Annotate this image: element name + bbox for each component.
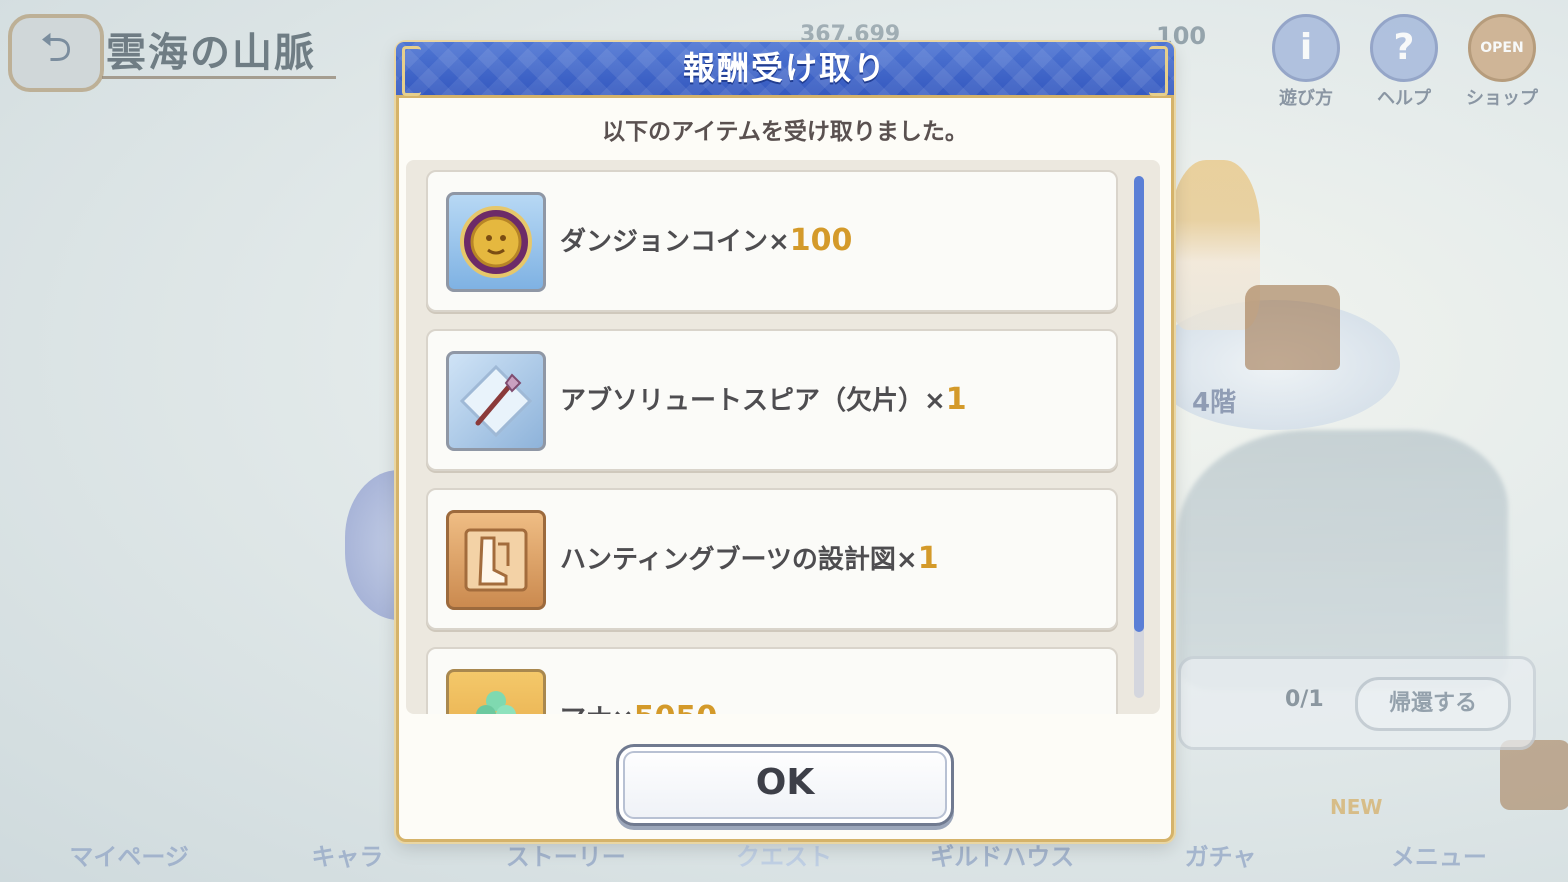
list-item: ダンジョンコイン×100 <box>426 170 1118 312</box>
shop-label: ショップ <box>1466 88 1538 109</box>
area-title-underline <box>102 76 336 79</box>
help-label: ヘルプ <box>1377 88 1431 109</box>
scrollbar-thumb[interactable] <box>1134 176 1144 632</box>
reward-quantity: 1 <box>917 541 939 576</box>
hunting-boots-blueprint-icon <box>446 510 546 610</box>
info-label: 遊び方 <box>1279 88 1333 109</box>
nav-character[interactable]: キャラ <box>267 837 427 882</box>
back-arrow-icon: ⮌ <box>39 25 73 71</box>
reward-list[interactable]: ダンジョンコイン×100 アブソリュートスピア（欠片）×1 ハンティングブーツの… <box>406 160 1160 714</box>
dungeon-status-panel: 0/1 帰還する <box>1178 656 1536 750</box>
list-item: ハンティングブーツの設計図×1 <box>426 488 1118 630</box>
info-button[interactable]: i 遊び方 <box>1268 14 1344 110</box>
reward-quantity: 100 <box>789 223 853 258</box>
shop-button[interactable]: OPEN ショップ <box>1464 14 1540 110</box>
reward-name: ダンジョンコイン×100 <box>560 172 852 310</box>
rock-cliff <box>1178 430 1508 690</box>
ok-button[interactable]: OK <box>616 744 954 826</box>
nav-menu[interactable]: メニュー <box>1359 837 1519 882</box>
help-icon: ? <box>1370 14 1438 82</box>
absolute-spear-fragment-icon <box>446 351 546 451</box>
shop-icon: OPEN <box>1468 14 1536 82</box>
nav-mypage[interactable]: マイページ <box>49 837 209 882</box>
reward-name-text: ダンジョンコイン× <box>560 227 790 257</box>
nav-quest[interactable]: クエスト <box>704 837 864 882</box>
dialog-title: 報酬受け取り <box>682 49 887 87</box>
reward-name-text: アブソリュートスピア（欠片）× <box>560 386 946 416</box>
reward-dialog: 報酬受け取り 以下のアイテムを受け取りました。 ダンジョンコイン×100 アブソ… <box>396 42 1174 842</box>
dialog-message: 以下のアイテムを受け取りました。 <box>602 119 968 145</box>
retreat-button[interactable]: 帰還する <box>1355 677 1511 731</box>
reward-name: マナ×5050 <box>560 649 717 714</box>
nav-story[interactable]: ストーリー <box>486 837 646 882</box>
reward-name-text: ハンティングブーツの設計図× <box>560 545 918 575</box>
reward-quantity: 5050 <box>634 700 718 714</box>
top-menu: i 遊び方 ? ヘルプ OPEN ショップ <box>1268 14 1540 110</box>
info-icon: i <box>1272 14 1340 82</box>
nav-guild-house[interactable]: ギルドハウス <box>922 837 1082 882</box>
treasure-chest-icon <box>1245 285 1340 370</box>
help-button[interactable]: ? ヘルプ <box>1366 14 1442 110</box>
reward-quantity: 1 <box>945 382 967 417</box>
list-item: マナ×5050 <box>426 647 1118 714</box>
list-item: アブソリュートスピア（欠片）×1 <box>426 329 1118 471</box>
mana-icon <box>446 669 546 714</box>
dungeon-coin-icon <box>446 192 546 292</box>
nav-gacha[interactable]: ガチャ <box>1141 837 1301 882</box>
back-button[interactable]: ⮌ <box>8 14 104 92</box>
reward-name: ハンティングブーツの設計図×1 <box>560 490 939 628</box>
area-title: 雲海の山脈 <box>106 29 316 76</box>
reward-name-text: マナ× <box>560 704 634 714</box>
reward-name: アブソリュートスピア（欠片）×1 <box>560 331 967 469</box>
progress-count: 0/1 <box>1285 687 1324 712</box>
floor-label: 4階 <box>1192 388 1237 418</box>
